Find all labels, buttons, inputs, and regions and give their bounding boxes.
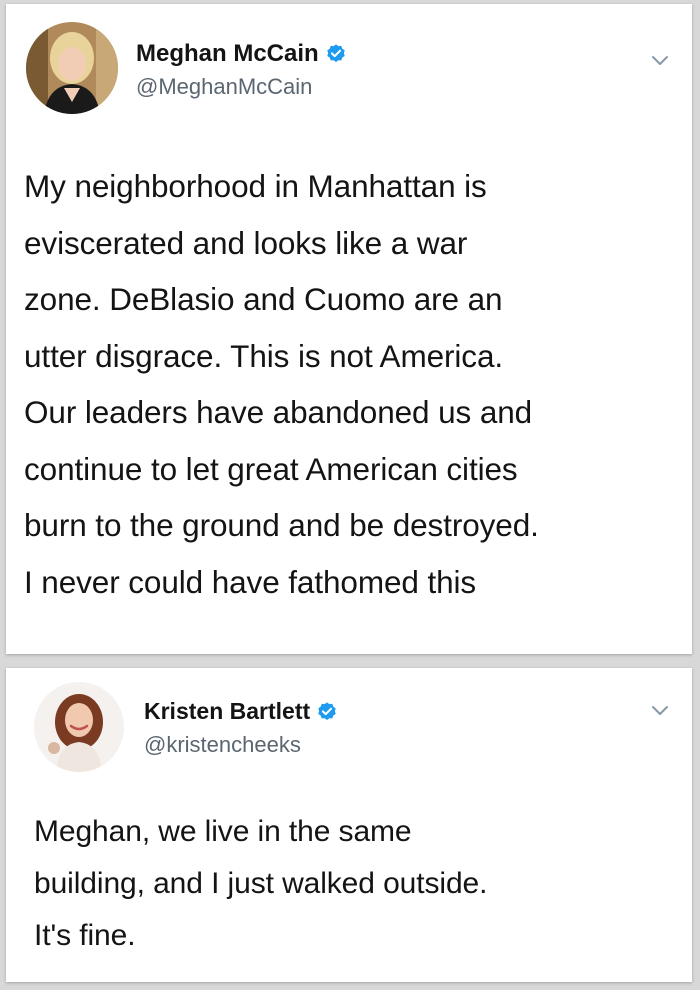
handle[interactable]: @kristencheeks xyxy=(144,732,301,758)
verified-badge-icon xyxy=(326,44,345,62)
display-name[interactable]: Kristen Bartlett xyxy=(144,698,310,725)
author-row: Meghan McCain xyxy=(136,40,347,68)
tweet-text: My neighborhood in Manhattan is eviscera… xyxy=(24,168,539,600)
profile-photo-icon xyxy=(26,22,118,114)
profile-photo-icon xyxy=(34,682,124,772)
chevron-down-icon[interactable] xyxy=(650,704,670,718)
tweet-text: Meghan, we live in the same building, an… xyxy=(34,815,488,952)
tweet-card[interactable]: Kristen Bartlett @kristencheeks Meghan, … xyxy=(6,668,692,982)
verified-badge-icon xyxy=(318,701,336,720)
avatar[interactable] xyxy=(26,22,118,114)
avatar[interactable] xyxy=(34,682,124,772)
tweet-card[interactable]: Meghan McCain @MeghanMcCain My neighborh… xyxy=(6,4,692,654)
display-name[interactable]: Meghan McCain xyxy=(136,40,319,68)
handle[interactable]: @MeghanMcCain xyxy=(136,74,312,100)
chevron-down-icon[interactable] xyxy=(650,54,670,68)
author-row: Kristen Bartlett xyxy=(144,698,338,725)
